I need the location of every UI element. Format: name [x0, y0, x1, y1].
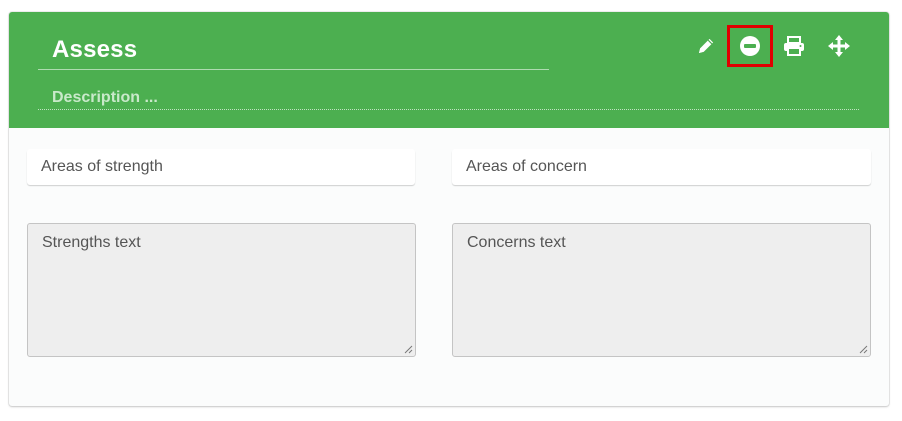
- move-arrows-icon: [828, 35, 850, 57]
- strengths-text: Strengths text: [42, 234, 141, 251]
- edit-button[interactable]: [692, 32, 720, 60]
- move-button[interactable]: [825, 32, 853, 60]
- strength-label-field[interactable]: Areas of strength: [27, 149, 415, 185]
- concerns-textarea[interactable]: Concerns text: [452, 223, 871, 357]
- title-field[interactable]: Assess: [38, 32, 549, 70]
- print-icon: [784, 36, 804, 56]
- concerns-text: Concerns text: [467, 234, 566, 251]
- description-placeholder[interactable]: Description ...: [52, 89, 158, 107]
- resize-grip-icon[interactable]: [404, 345, 413, 354]
- minus-circle-icon: [740, 36, 760, 56]
- strengths-textarea[interactable]: Strengths text: [27, 223, 416, 357]
- resize-grip-icon[interactable]: [859, 345, 868, 354]
- strength-label: Areas of strength: [41, 158, 163, 175]
- pencil-icon: [699, 38, 714, 53]
- concern-label-field[interactable]: Areas of concern: [452, 149, 871, 185]
- remove-button[interactable]: [727, 25, 773, 67]
- assess-card: Assess Description ... Areas of strength…: [9, 12, 889, 406]
- print-button[interactable]: [780, 32, 808, 60]
- card-header: Assess Description ...: [9, 12, 889, 128]
- card-title[interactable]: Assess: [52, 36, 137, 64]
- concern-label: Areas of concern: [466, 158, 587, 175]
- description-field[interactable]: Description ...: [38, 86, 859, 110]
